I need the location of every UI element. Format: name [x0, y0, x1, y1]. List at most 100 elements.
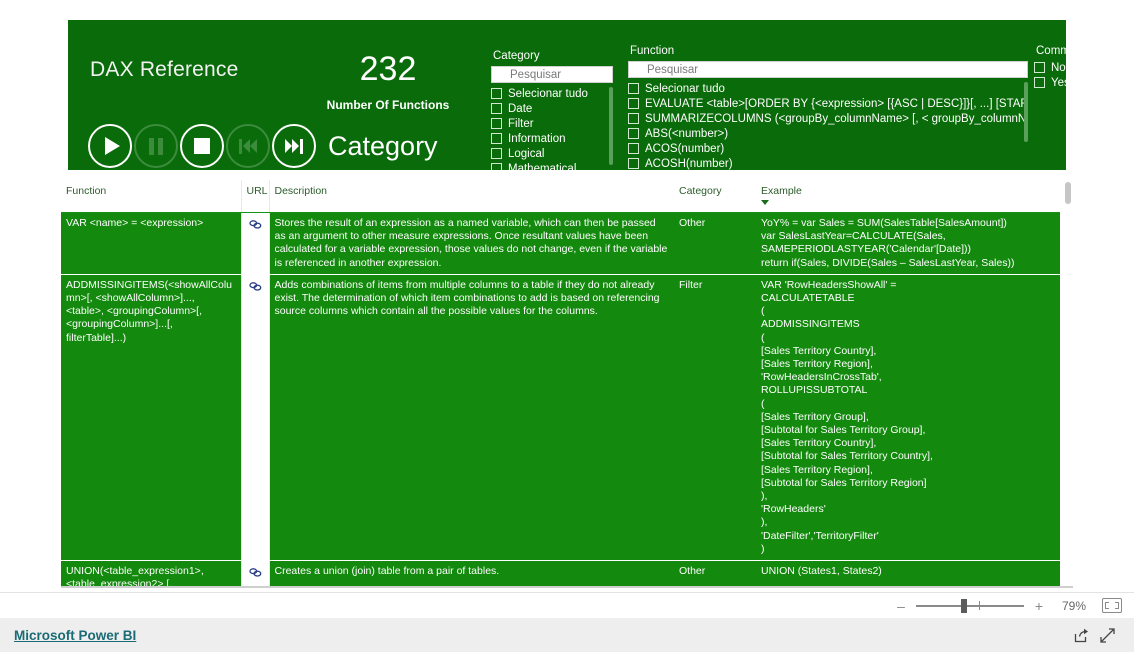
slicer-function-item[interactable]: ACOSH(number) [628, 157, 1028, 170]
cell-function: VAR <name> = <expression> [61, 212, 241, 275]
slicer-item-label: Yes [1051, 77, 1066, 89]
checkbox-icon[interactable] [628, 158, 639, 169]
cell-example: YoY% = var Sales = SUM(SalesTable[SalesA… [756, 212, 1060, 275]
checkbox-icon[interactable] [1034, 77, 1045, 88]
column-header-description[interactable]: Description [269, 180, 674, 213]
table-body: VAR <name> = <expression> Stores the res… [61, 212, 1060, 588]
next-icon [285, 138, 303, 154]
stop-button[interactable] [180, 124, 224, 168]
play-icon [105, 137, 120, 155]
table-vertical-scrollbar[interactable] [1065, 182, 1071, 204]
slicer-category-item[interactable]: Filter [491, 117, 613, 132]
slicer-function-item[interactable]: EVALUATE <table>[ORDER BY {<expression> … [628, 97, 1028, 112]
slicer-item-label: No [1051, 62, 1066, 74]
play-button[interactable] [88, 124, 132, 168]
cell-url[interactable] [240, 212, 270, 275]
slicer-function-item[interactable]: ABS(<number>) [628, 127, 1028, 142]
slicer-category-item[interactable]: Mathematical [491, 162, 613, 170]
slicer-item-label: Selecionar tudo [508, 88, 588, 100]
zoom-slider-tick [979, 600, 980, 610]
cell-category: Other [674, 560, 756, 588]
slicer-item-label: Information [508, 133, 566, 145]
column-header-label: Category [679, 185, 722, 197]
column-header-function[interactable]: Function [61, 180, 241, 213]
checkbox-icon[interactable] [491, 148, 502, 159]
report-header-banner: DAX Reference 232 Number Of Functions Ca… [68, 20, 1066, 170]
cell-url[interactable] [240, 274, 270, 562]
sort-descending-icon[interactable] [761, 200, 769, 205]
slicer-category-item[interactable]: Information [491, 132, 613, 147]
checkbox-icon[interactable] [1034, 62, 1045, 73]
column-header-label: URL [246, 185, 268, 197]
slicer-item-label: ACOSH(number) [645, 158, 733, 170]
slicer-category-item[interactable]: Logical [491, 147, 613, 162]
slicer-category-item[interactable]: Selecionar tudo [491, 87, 613, 102]
slicer-item-label: ABS(<number>) [645, 128, 729, 140]
pause-button[interactable] [134, 124, 178, 168]
zoom-slider-thumb[interactable] [961, 598, 967, 613]
checkbox-icon[interactable] [491, 133, 502, 144]
fit-to-page-icon[interactable] [1102, 598, 1122, 613]
checkbox-icon[interactable] [628, 128, 639, 139]
slicer-function-search-input[interactable]: Pesquisar [628, 61, 1028, 78]
previous-button[interactable] [226, 124, 270, 168]
slicer-category-list[interactable]: Selecionar tudo Date Filter Information [491, 87, 613, 170]
zoom-level-label: 79% [1061, 598, 1086, 613]
zoom-toolbar: – + 79% [0, 592, 1134, 618]
report-canvas: DAX Reference 232 Number Of Functions Ca… [0, 0, 1134, 592]
kpi-number-of-functions-label: Number Of Functions [326, 98, 450, 112]
slicer-function-title: Function [630, 45, 675, 57]
slicer-function-item[interactable]: ACOS(number) [628, 142, 1028, 157]
checkbox-icon[interactable] [491, 103, 502, 114]
checkbox-icon[interactable] [491, 88, 502, 99]
slicer-commonly-used: Commonly Used No Yes [1034, 45, 1066, 101]
slicer-category-search-input[interactable]: Pesquisar [491, 66, 613, 83]
link-icon[interactable] [248, 567, 262, 578]
slicer-function-item[interactable]: SUMMARIZECOLUMNS (<groupBy_columnName> [… [628, 112, 1028, 127]
table-row[interactable]: VAR <name> = <expression> Stores the res… [61, 212, 1060, 275]
column-header-url[interactable]: URL [240, 180, 270, 213]
dax-functions-table: Function URL Description Category Exampl [61, 180, 1073, 588]
slicer-commonly-used-list[interactable]: No Yes [1034, 61, 1066, 101]
zoom-slider[interactable] [916, 598, 1024, 613]
checkbox-icon[interactable] [628, 113, 639, 124]
slicer-item-label: ACOS(number) [645, 143, 725, 155]
column-header-label: Function [66, 185, 107, 197]
column-header-example[interactable]: Example [756, 180, 1060, 213]
slicer-item-label: Mathematical [508, 163, 577, 170]
slicer-commonly-used-item[interactable]: No [1034, 61, 1066, 76]
share-icon[interactable] [1068, 622, 1094, 648]
table-row[interactable]: ADDMISSINGITEMS(<showAllColumn>[, <showA… [61, 274, 1060, 562]
table-header-row: Function URL Description Category Exampl [61, 180, 1060, 213]
slicer-function-list[interactable]: Selecionar tudo EVALUATE <table>[ORDER B… [628, 82, 1028, 170]
next-button[interactable] [272, 124, 316, 168]
slicer-item-label: Selecionar tudo [645, 83, 725, 95]
slicer-category-item[interactable]: Date [491, 102, 613, 117]
fullscreen-icon[interactable] [1094, 622, 1120, 648]
table-row[interactable]: UNION(<table_expression1>, <table_expres… [61, 560, 1060, 588]
checkbox-icon[interactable] [491, 163, 502, 170]
slicer-function-scrollbar[interactable] [1024, 82, 1028, 142]
kpi-number-of-functions-value: 232 [359, 50, 417, 88]
example-text: YoY% = var Sales = SUM(SalesTable[SalesA… [761, 217, 1015, 269]
power-bi-brand-link[interactable]: Microsoft Power BI [14, 628, 136, 643]
zoom-out-button[interactable]: – [896, 599, 906, 613]
checkbox-icon[interactable] [628, 83, 639, 94]
checkbox-icon[interactable] [628, 143, 639, 154]
slicer-category-title: Category [493, 50, 540, 62]
cell-url[interactable] [240, 560, 270, 588]
slicer-item-label: SUMMARIZECOLUMNS (<groupBy_columnName> [… [645, 113, 1028, 125]
link-icon[interactable] [248, 281, 262, 292]
slicer-function-item[interactable]: Selecionar tudo [628, 82, 1028, 97]
column-header-category[interactable]: Category [674, 180, 756, 213]
slicer-item-label: Date [508, 103, 533, 115]
example-text: UNION (States1, States2) [761, 565, 882, 578]
checkbox-icon[interactable] [628, 98, 639, 109]
previous-icon [239, 138, 257, 154]
link-icon[interactable] [248, 219, 262, 230]
slicer-category-scrollbar[interactable] [609, 87, 613, 165]
checkbox-icon[interactable] [491, 118, 502, 129]
slicer-commonly-used-item[interactable]: Yes [1034, 76, 1066, 91]
zoom-in-button[interactable]: + [1034, 599, 1044, 613]
cell-function: UNION(<table_expression1>, <table_expres… [61, 560, 241, 588]
